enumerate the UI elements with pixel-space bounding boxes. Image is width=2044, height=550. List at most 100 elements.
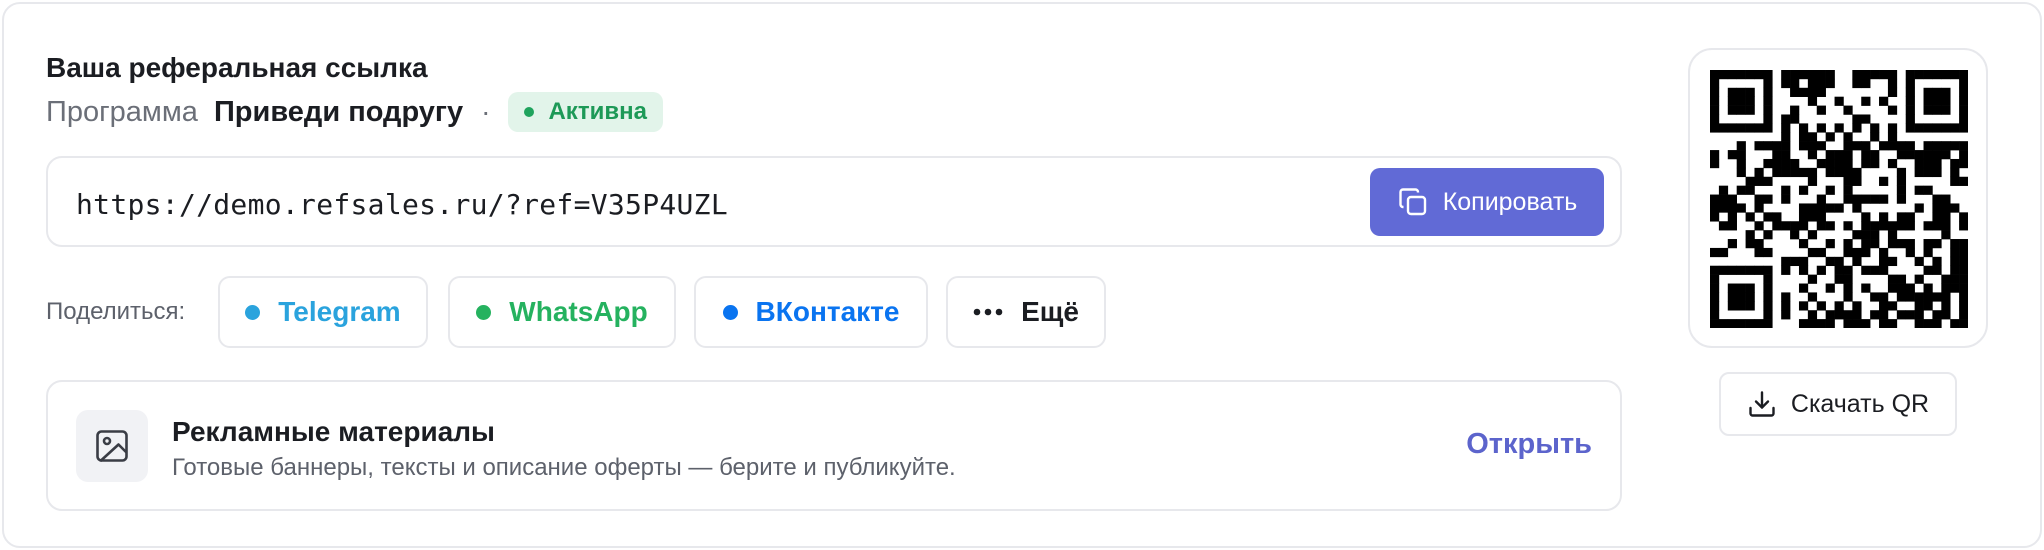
qr-module — [1825, 185, 1835, 195]
qr-module — [1950, 158, 1960, 169]
qr-module — [1798, 70, 1809, 80]
qr-module — [1932, 167, 1942, 178]
qr-module — [1861, 239, 1871, 249]
qr-module — [1781, 292, 1791, 302]
qr-module — [1798, 123, 1809, 133]
qr-module — [1710, 78, 1720, 89]
qr-module — [1807, 176, 1818, 186]
qr-module — [1763, 78, 1773, 89]
qr-module — [1754, 319, 1764, 328]
qr-module — [1745, 212, 1755, 222]
qr-module — [1870, 158, 1880, 169]
qr-module — [1923, 150, 1933, 160]
qr-module — [1879, 221, 1889, 231]
qr-module — [1718, 319, 1729, 328]
qr-module — [1914, 310, 1924, 320]
qr-module — [1727, 203, 1737, 213]
qr-module — [1941, 194, 1951, 204]
qr-module — [1834, 203, 1844, 213]
qr-module — [1834, 123, 1844, 133]
qr-module — [1879, 176, 1889, 186]
qr-module — [1861, 265, 1871, 275]
qr-module — [1887, 256, 1898, 267]
qr-module — [1932, 194, 1942, 204]
qr-module — [1745, 265, 1755, 275]
qr-module — [1879, 310, 1889, 320]
qr-module — [1763, 301, 1773, 311]
qr-module — [1843, 319, 1853, 328]
qr-module — [1807, 141, 1818, 151]
card-title: Ваша реферальная ссылка — [46, 52, 428, 83]
qr-module — [1816, 265, 1826, 275]
qr-module — [1736, 301, 1746, 311]
qr-module — [1932, 70, 1942, 80]
qr-module — [1879, 141, 1889, 151]
qr-module — [1887, 301, 1898, 311]
materials-icon-box — [76, 410, 148, 482]
qr-module — [1763, 141, 1773, 151]
qr-module — [1816, 70, 1826, 80]
qr-module — [1932, 123, 1942, 133]
qr-module — [1887, 70, 1898, 80]
qr-module — [1861, 230, 1871, 240]
qr-module — [1896, 150, 1907, 160]
qr-module — [1896, 239, 1907, 249]
copy-button[interactable]: Копировать — [1370, 168, 1604, 236]
materials-description: Готовые баннеры, тексты и описание оферт… — [172, 454, 956, 481]
qr-module — [1727, 70, 1737, 80]
qr-module — [1959, 158, 1968, 169]
share-telegram-button[interactable]: Telegram — [218, 276, 428, 348]
qr-module — [1887, 319, 1898, 328]
qr-module — [1905, 78, 1915, 89]
qr-module — [1772, 167, 1782, 178]
qr-module — [1736, 283, 1746, 293]
qr-module — [1816, 212, 1826, 222]
qr-module — [1905, 310, 1915, 320]
qr-module — [1710, 150, 1720, 160]
whatsapp-dot-icon — [476, 304, 492, 320]
qr-module — [1710, 123, 1720, 133]
qr-module — [1843, 185, 1853, 195]
program-label: Программа — [46, 95, 198, 128]
qr-module — [1914, 185, 1924, 195]
referral-url[interactable]: https://demo.refsales.ru/?ref=V35P4UZL — [76, 188, 728, 221]
qr-module — [1852, 247, 1862, 258]
qr-module — [1710, 283, 1720, 293]
qr-module — [1852, 310, 1862, 320]
open-materials-link[interactable]: Открыть — [1466, 428, 1592, 461]
share-more-button[interactable]: Ещё — [946, 276, 1106, 348]
referral-link-field[interactable]: https://demo.refsales.ru/?ref=V35P4UZL К… — [46, 156, 1622, 247]
qr-module — [1754, 123, 1764, 133]
qr-module — [1745, 292, 1755, 302]
share-whatsapp-label: WhatsApp — [509, 296, 648, 327]
share-vkontakte-button[interactable]: ВКонтакте — [694, 276, 928, 348]
share-whatsapp-button[interactable]: WhatsApp — [448, 276, 676, 348]
qr-module — [1950, 265, 1960, 275]
qr-module — [1941, 141, 1951, 151]
qr-module — [1959, 141, 1968, 151]
qr-module — [1861, 221, 1871, 231]
qr-module — [1807, 247, 1818, 258]
qr-module — [1763, 123, 1773, 133]
qr-module — [1745, 301, 1755, 311]
qr-module — [1896, 176, 1907, 186]
qr-module — [1887, 132, 1898, 142]
qr-module — [1825, 239, 1835, 249]
qr-module — [1941, 105, 1951, 115]
qr-module — [1772, 158, 1782, 169]
qr-module — [1843, 150, 1853, 160]
qr-module — [1754, 265, 1764, 275]
qr-module — [1843, 292, 1853, 302]
qr-module — [1852, 176, 1862, 186]
qr-module — [1807, 292, 1818, 302]
qr-module — [1763, 265, 1773, 275]
qr-module — [1879, 256, 1889, 267]
qr-module — [1950, 70, 1960, 80]
qr-module — [1754, 239, 1764, 249]
download-qr-button[interactable]: Скачать QR — [1719, 372, 1957, 436]
qr-module — [1763, 194, 1773, 204]
qr-module — [1843, 221, 1853, 231]
qr-module — [1825, 221, 1835, 231]
qr-module — [1950, 319, 1960, 328]
share-label: Поделиться: — [46, 298, 186, 325]
